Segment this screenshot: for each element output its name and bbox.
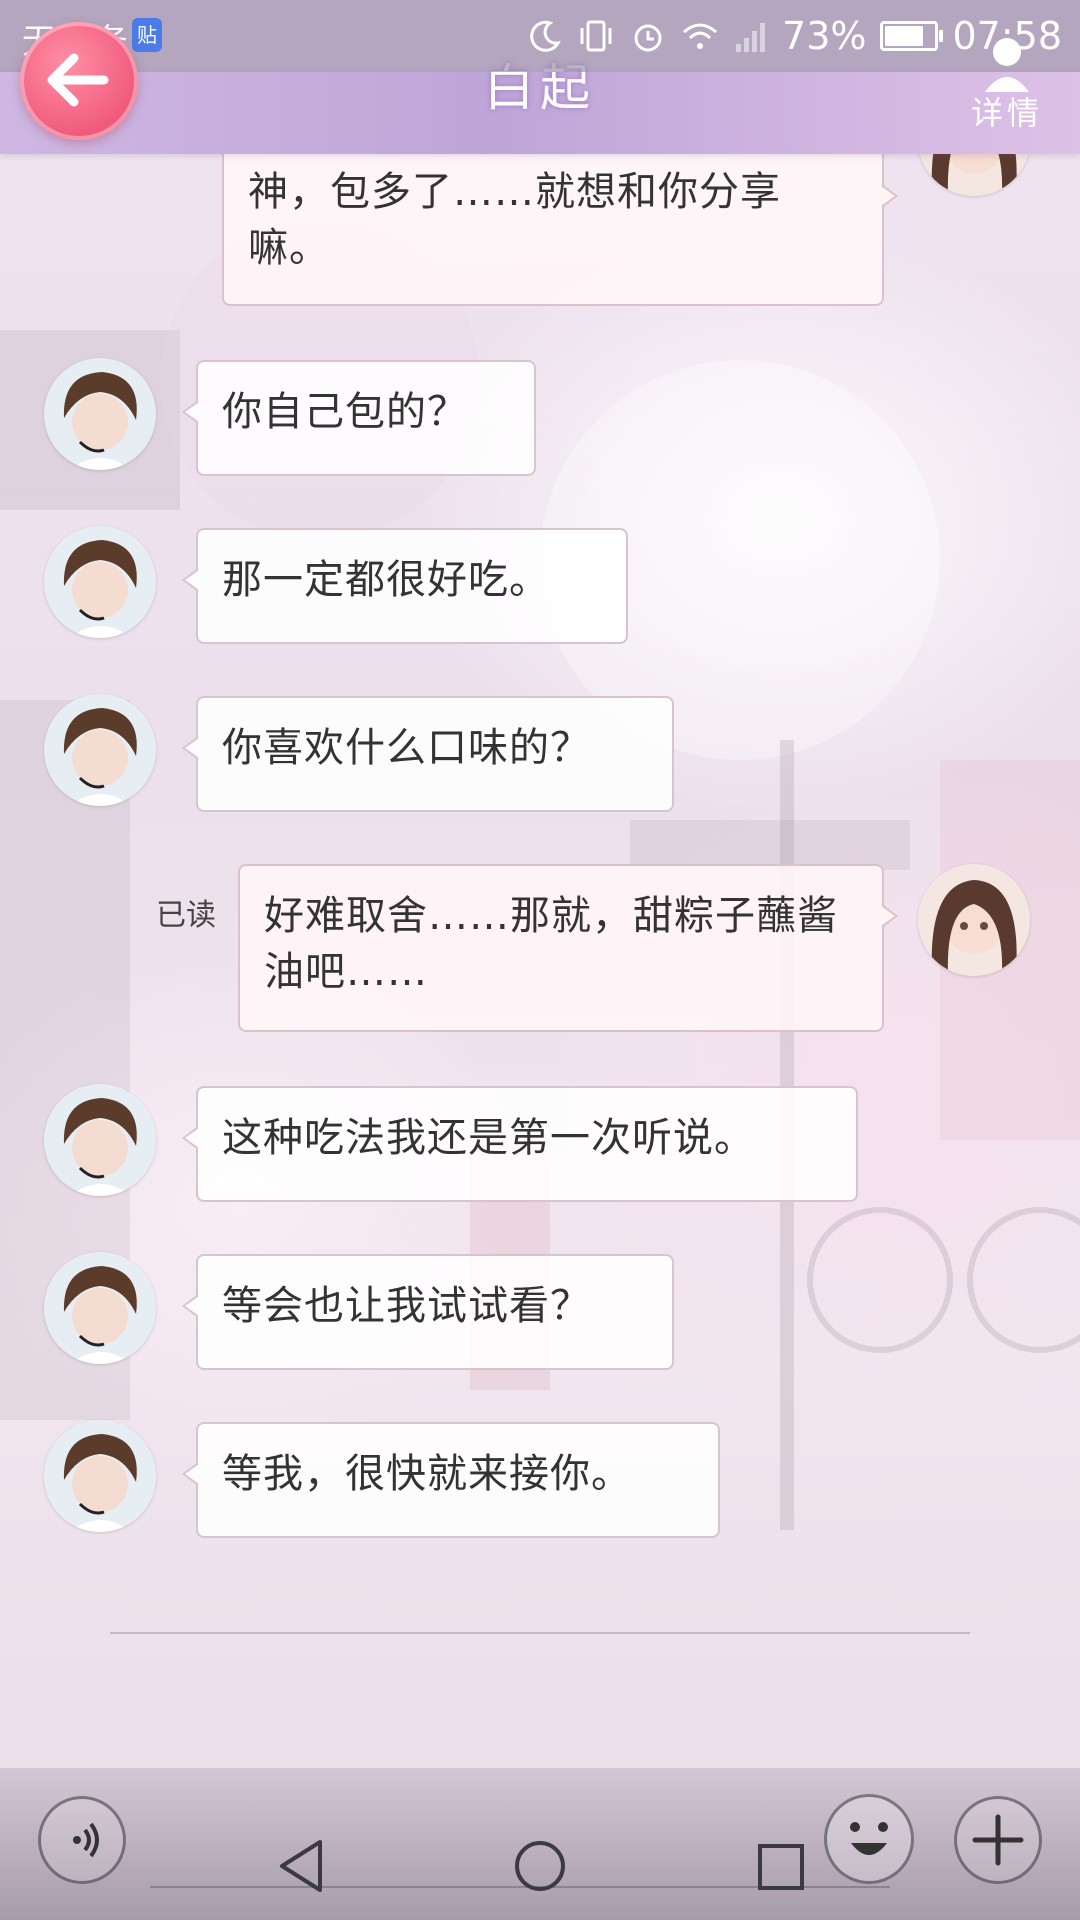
- tieba-notification-icon: 贴: [132, 18, 162, 52]
- emoji-button[interactable]: [824, 1794, 914, 1884]
- contact-avatar[interactable]: [44, 358, 156, 470]
- message-bubble[interactable]: 等会也让我试试看？: [182, 1254, 674, 1370]
- chat-messages: 神，包多了……就想和你分享嘛。 你自己包的？ 那一定都很好吃。 你喜欢什么口味的…: [0, 154, 1080, 1634]
- message-bubble[interactable]: 这种吃法我还是第一次听说。: [182, 1086, 858, 1202]
- boy-avatar-icon: [44, 1084, 156, 1196]
- plus-icon: [972, 1814, 1024, 1866]
- message-text: 这种吃法我还是第一次听说。: [222, 1115, 755, 1161]
- contact-avatar[interactable]: [44, 1252, 156, 1364]
- self-avatar[interactable]: [918, 864, 1030, 976]
- self-avatar[interactable]: [918, 154, 1030, 196]
- wifi-icon: [683, 23, 718, 49]
- message-text: 等会也让我试试看？: [222, 1283, 591, 1329]
- contact-avatar[interactable]: [44, 1420, 156, 1532]
- message-text: 你自己包的？: [222, 389, 468, 435]
- boy-avatar-icon: [44, 526, 156, 638]
- chat-header: 白起: [0, 59, 1080, 154]
- girl-avatar-icon: [918, 154, 1030, 196]
- battery-percent: 73%: [782, 14, 867, 58]
- girl-avatar-icon: [918, 864, 1030, 976]
- message-bubble[interactable]: 神，包多了……就想和你分享嘛。: [222, 154, 898, 306]
- divider: [110, 1632, 970, 1634]
- boy-avatar-icon: [44, 694, 156, 806]
- details-button[interactable]: 详情: [962, 38, 1052, 140]
- message-text: 神，包多了……就想和你分享嘛。: [248, 169, 781, 271]
- message-bubble[interactable]: 那一定都很好吃。: [182, 528, 628, 644]
- battery-icon: [880, 21, 944, 51]
- back-button[interactable]: [20, 22, 138, 140]
- nav-back-icon[interactable]: [276, 1838, 326, 1894]
- boy-avatar-icon: [44, 1252, 156, 1364]
- message-bubble[interactable]: 你喜欢什么口味的？: [182, 696, 674, 812]
- back-arrow-icon: [47, 53, 109, 107]
- message-text: 好难取舍……那就，甜粽子蘸酱油吧……: [264, 893, 838, 995]
- status-bar: 无服务 贴 73% 07:58: [0, 0, 1080, 72]
- contact-avatar[interactable]: [44, 1084, 156, 1196]
- details-label: 详情: [970, 94, 1043, 132]
- voice-button[interactable]: [38, 1796, 126, 1884]
- emoji-icon: [850, 1822, 888, 1855]
- nav-recents-icon[interactable]: [756, 1842, 806, 1892]
- message-text: 你喜欢什么口味的？: [222, 725, 591, 771]
- alarm-icon: [634, 24, 662, 52]
- message-text: 那一定都很好吃。: [222, 557, 550, 603]
- message-bubble[interactable]: 等我，很快就来接你。: [182, 1422, 720, 1538]
- boy-avatar-icon: [44, 1420, 156, 1532]
- message-bubble[interactable]: 你自己包的？: [182, 360, 536, 476]
- voice-icon: [73, 1822, 99, 1858]
- moon-icon: [530, 20, 561, 52]
- contact-avatar[interactable]: [44, 694, 156, 806]
- signal-icon: [736, 23, 766, 52]
- person-icon: [985, 38, 1029, 92]
- message-bubble[interactable]: 好难取舍……那就，甜粽子蘸酱油吧……: [238, 864, 898, 1032]
- nav-home-icon[interactable]: [512, 1838, 568, 1894]
- read-receipt: 已读: [156, 898, 216, 933]
- add-button[interactable]: [954, 1796, 1042, 1884]
- message-text: 等我，很快就来接你。: [222, 1451, 632, 1497]
- boy-avatar-icon: [44, 358, 156, 470]
- contact-avatar[interactable]: [44, 526, 156, 638]
- vibrate-icon: [580, 20, 612, 52]
